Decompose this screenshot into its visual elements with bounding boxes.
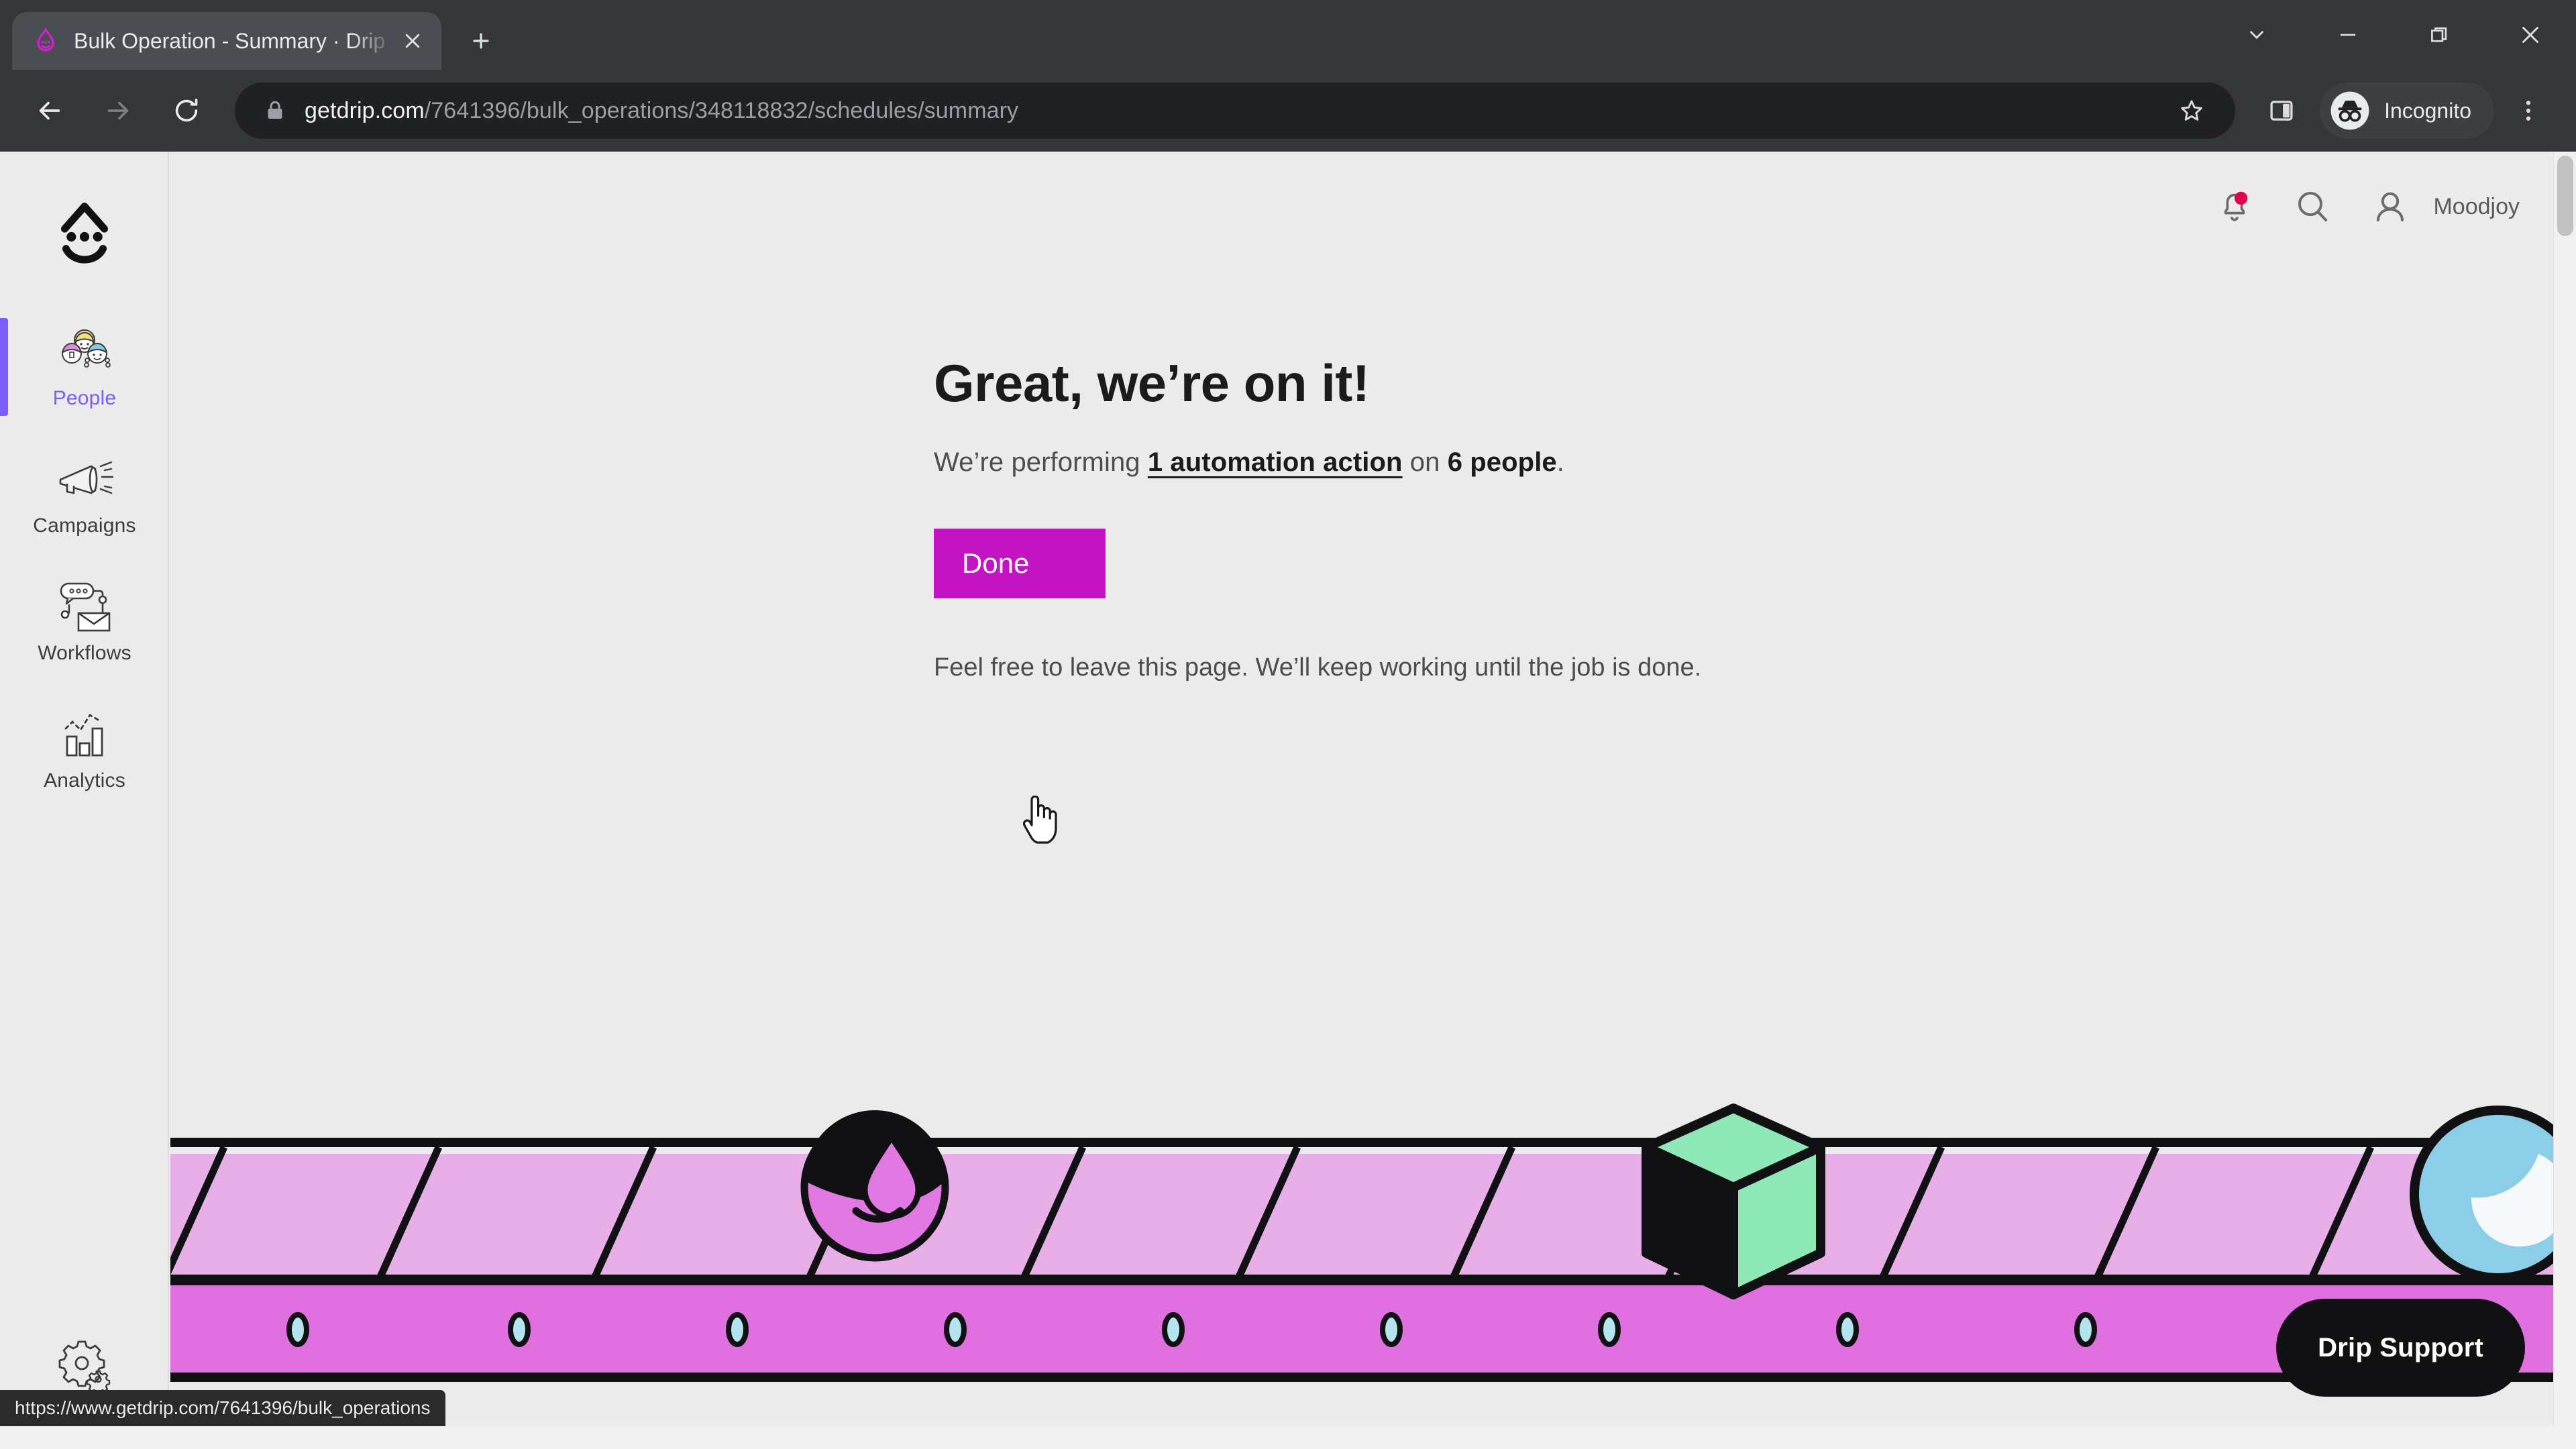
browser-tab[interactable]: Bulk Operation - Summary · Drip (12, 12, 441, 70)
sidebar-nav: People Campaigns Workflows Analytics (0, 303, 169, 813)
vertical-scrollbar[interactable] (2553, 152, 2576, 1449)
drip-logo-favicon (32, 28, 59, 54)
sidebar-item-label: People (52, 387, 117, 409)
operation-summary: We’re performing 1 automation action on … (934, 447, 1701, 478)
reload-button[interactable] (154, 78, 219, 143)
active-indicator (0, 318, 8, 416)
gear-icon (56, 1337, 113, 1392)
page-title: Great, we’re on it! (934, 354, 1370, 413)
people-count: 6 people (1447, 447, 1557, 477)
app-sidebar: People Campaigns Workflows Analytics (0, 152, 169, 1449)
conveyor-belt-illustration (170, 1073, 2576, 1449)
close-window-icon[interactable] (2485, 0, 2576, 70)
people-icon (56, 324, 113, 379)
main-content: Great, we’re on it! We’re performing 1 a… (934, 353, 1701, 682)
app-header: Moodjoy (169, 152, 2551, 262)
site-information-lock-icon[interactable] (263, 99, 287, 123)
leave-page-note: Feel free to leave this page. We’ll keep… (934, 653, 1702, 682)
status-url-text: https://www.getdrip.com/7641396/bulk_ope… (15, 1397, 431, 1418)
close-tab-icon[interactable] (394, 23, 431, 59)
done-button[interactable]: Done (934, 529, 1106, 598)
restore-icon[interactable] (2394, 0, 2485, 70)
green-cube (1642, 1104, 1825, 1299)
url-text: getdrip.com/7641396/bulk_operations/3481… (305, 98, 2168, 124)
sidebar-item-workflows[interactable]: Workflows (0, 558, 169, 686)
drip-face-character (800, 1110, 949, 1262)
tab-title: Bulk Operation - Summary · Drip (74, 28, 386, 53)
drip-support-label: Drip Support (2318, 1332, 2483, 1362)
horizontal-scrollbar[interactable] (0, 1426, 2576, 1449)
profile-incognito-pill[interactable]: Incognito (2320, 83, 2494, 139)
sidebar-item-campaigns[interactable]: Campaigns (0, 431, 169, 558)
summary-middle: on (1402, 447, 1448, 477)
megaphone-icon (54, 451, 115, 506)
drip-support-button[interactable]: Drip Support (2276, 1299, 2525, 1397)
new-tab-button[interactable] (458, 17, 504, 64)
browser-toolbar: getdrip.com/7641396/bulk_operations/3481… (0, 70, 2576, 152)
drip-smiley-logo[interactable] (0, 193, 169, 278)
browser-window: Bulk Operation - Summary · Drip getdrip.… (0, 0, 2576, 1449)
url-path: /7641396/bulk_operations/348118832/sched… (424, 97, 1019, 123)
window-controls (2211, 0, 2576, 70)
tab-search-icon[interactable] (2211, 0, 2302, 70)
bookmark-star-icon[interactable] (2168, 87, 2215, 134)
side-panel-icon[interactable] (2251, 80, 2312, 141)
blue-ball (2410, 1106, 2576, 1283)
sidebar-item-people[interactable]: People (0, 303, 169, 431)
sidebar-item-label: Campaigns (33, 515, 136, 537)
page-viewport: People Campaigns Workflows Analytics Moo… (0, 152, 2576, 1449)
sidebar-item-analytics[interactable]: Analytics (0, 686, 169, 813)
summary-suffix: . (1556, 447, 1564, 477)
status-url-bubble: https://www.getdrip.com/7641396/bulk_ope… (0, 1390, 445, 1426)
address-bar[interactable]: getdrip.com/7641396/bulk_operations/3481… (235, 83, 2236, 139)
minimize-icon[interactable] (2302, 0, 2394, 70)
bar-chart-icon (58, 706, 111, 761)
url-domain: getdrip.com (305, 97, 425, 123)
mouse-cursor-pointer (1020, 795, 1060, 844)
search-icon[interactable] (2288, 182, 2337, 231)
sidebar-item-label: Workflows (38, 642, 131, 664)
person-icon[interactable] (2366, 182, 2414, 231)
workflow-icon (56, 579, 113, 634)
profile-label: Incognito (2384, 98, 2471, 123)
automation-action-link[interactable]: 1 automation action (1148, 447, 1403, 477)
bell-icon[interactable] (2210, 182, 2259, 231)
forward-button[interactable] (86, 78, 150, 143)
account-name[interactable]: Moodjoy (2433, 194, 2520, 220)
summary-prefix: We’re performing (934, 447, 1148, 477)
vertical-scroll-thumb[interactable] (2557, 156, 2573, 236)
three-dot-menu-icon[interactable] (2498, 80, 2559, 141)
incognito-icon (2329, 90, 2371, 131)
sidebar-item-label: Analytics (44, 769, 125, 792)
tab-strip: Bulk Operation - Summary · Drip (0, 0, 2576, 70)
back-button[interactable] (17, 78, 82, 143)
